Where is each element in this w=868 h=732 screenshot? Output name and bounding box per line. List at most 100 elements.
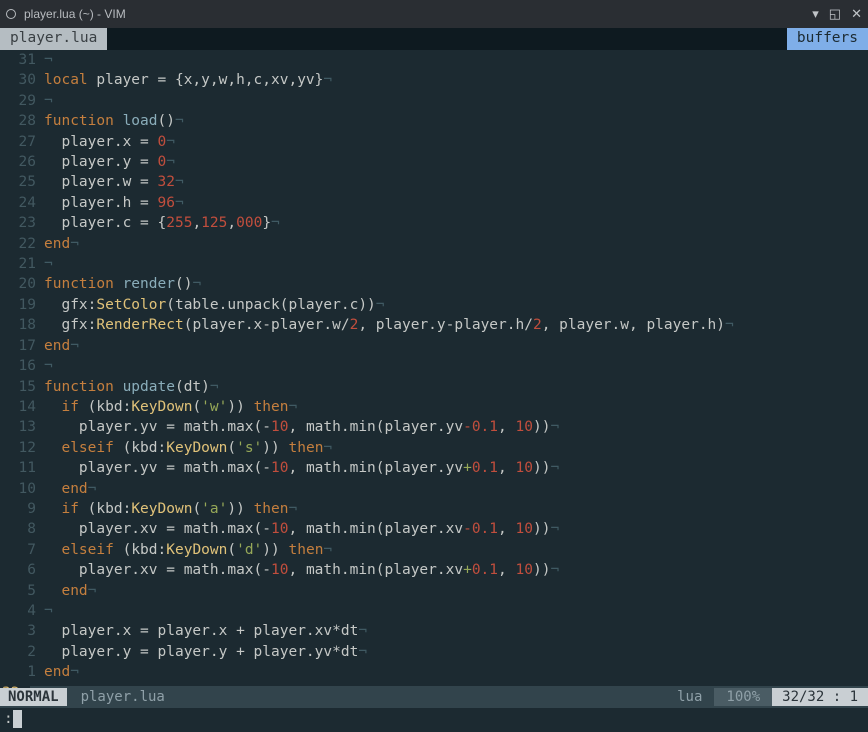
command-line[interactable]: :: [0, 708, 868, 732]
line-content[interactable]: player.yv = math.max(-10, math.min(playe…: [44, 417, 868, 437]
line-number: 25: [0, 172, 44, 192]
code-line[interactable]: 18 gfx:RenderRect(player.x-player.w/2, p…: [0, 315, 868, 335]
code-line[interactable]: 19 gfx:SetColor(table.unpack(player.c))¬: [0, 295, 868, 315]
code-line[interactable]: 15function update(dt)¬: [0, 377, 868, 397]
line-content[interactable]: if (kbd:KeyDown('a')) then¬: [44, 499, 868, 519]
status-filename: player.lua: [67, 689, 666, 705]
code-line[interactable]: 24 player.h = 96¬: [0, 193, 868, 213]
code-line[interactable]: 23 player.c = {255,125,000}¬: [0, 213, 868, 233]
line-content[interactable]: player.y = 0¬: [44, 152, 868, 172]
line-number: 4: [0, 601, 44, 621]
line-number: 9: [0, 499, 44, 519]
code-line[interactable]: 7 elseif (kbd:KeyDown('d')) then¬: [0, 540, 868, 560]
line-content[interactable]: player.x = player.x + player.xv*dt¬: [44, 621, 868, 641]
line-content[interactable]: player.y = player.y + player.yv*dt¬: [44, 642, 868, 662]
line-number: 6: [0, 560, 44, 580]
line-content[interactable]: end¬: [44, 234, 868, 254]
code-line[interactable]: 6 player.xv = math.max(-10, math.min(pla…: [0, 560, 868, 580]
line-number: 15: [0, 377, 44, 397]
tab-current[interactable]: player.lua: [0, 28, 108, 50]
line-number: 30: [0, 70, 44, 90]
line-content[interactable]: local player = {x,y,w,h,c,xv,yv}¬: [44, 70, 868, 90]
code-line[interactable]: 22end¬: [0, 234, 868, 254]
line-number: 14: [0, 397, 44, 417]
code-line[interactable]: 3 player.x = player.x + player.xv*dt¬: [0, 621, 868, 641]
line-content[interactable]: player.c = {255,125,000}¬: [44, 213, 868, 233]
code-line[interactable]: 2 player.y = player.y + player.yv*dt¬: [0, 642, 868, 662]
close-icon[interactable]: ✕: [851, 6, 862, 22]
line-number: 28: [0, 111, 44, 131]
line-content[interactable]: player.x = 0¬: [44, 132, 868, 152]
code-line[interactable]: 25 player.w = 32¬: [0, 172, 868, 192]
line-content[interactable]: ¬: [44, 254, 868, 274]
line-number: 27: [0, 132, 44, 152]
line-content[interactable]: player.yv = math.max(-10, math.min(playe…: [44, 458, 868, 478]
code-line[interactable]: 28function load()¬: [0, 111, 868, 131]
line-content[interactable]: player.xv = math.max(-10, math.min(playe…: [44, 519, 868, 539]
line-content[interactable]: ¬: [44, 91, 868, 111]
window-title: player.lua (~) - VIM: [24, 7, 812, 21]
line-content[interactable]: elseif (kbd:KeyDown('d')) then¬: [44, 540, 868, 560]
line-content[interactable]: gfx:SetColor(table.unpack(player.c))¬: [44, 295, 868, 315]
line-content[interactable]: gfx:RenderRect(player.x-player.w/2, play…: [44, 315, 868, 335]
line-content[interactable]: player.h = 96¬: [44, 193, 868, 213]
line-content[interactable]: player.w = 32¬: [44, 172, 868, 192]
code-line[interactable]: 30local player = {x,y,w,h,c,xv,yv}¬: [0, 70, 868, 90]
maximize-icon[interactable]: ◱: [829, 6, 841, 22]
code-line[interactable]: 20function render()¬: [0, 274, 868, 294]
code-line[interactable]: 26 player.y = 0¬: [0, 152, 868, 172]
line-number: 17: [0, 336, 44, 356]
line-number: 24: [0, 193, 44, 213]
line-number: 2: [0, 642, 44, 662]
line-content[interactable]: ¬: [44, 601, 868, 621]
line-number: 22: [0, 234, 44, 254]
code-line[interactable]: 17end¬: [0, 336, 868, 356]
line-content[interactable]: player.xv = math.max(-10, math.min(playe…: [44, 560, 868, 580]
line-number: 11: [0, 458, 44, 478]
code-line[interactable]: 1end¬: [0, 662, 868, 682]
line-number: 3: [0, 621, 44, 641]
line-content[interactable]: end¬: [44, 479, 868, 499]
status-line: NORMAL player.lua lua 100% 32/32 : 1: [0, 686, 868, 708]
code-line[interactable]: 21¬: [0, 254, 868, 274]
app-icon: [6, 9, 16, 19]
line-number: 1: [0, 662, 44, 682]
code-line[interactable]: 31¬: [0, 50, 868, 70]
code-line[interactable]: 8 player.xv = math.max(-10, math.min(pla…: [0, 519, 868, 539]
cmd-prompt: :: [4, 711, 13, 727]
editor-area[interactable]: 31¬30local player = {x,y,w,h,c,xv,yv}¬29…: [0, 50, 868, 686]
minimize-icon[interactable]: ▾: [812, 6, 819, 22]
code-line[interactable]: 10 end¬: [0, 479, 868, 499]
window-controls: ▾ ◱ ✕: [812, 6, 862, 22]
status-percent: 100%: [714, 688, 772, 706]
code-line[interactable]: 27 player.x = 0¬: [0, 132, 868, 152]
code-line[interactable]: 12 elseif (kbd:KeyDown('s')) then¬: [0, 438, 868, 458]
code-line[interactable]: 14 if (kbd:KeyDown('w')) then¬: [0, 397, 868, 417]
line-content[interactable]: end¬: [44, 662, 868, 682]
code-line[interactable]: 9 if (kbd:KeyDown('a')) then¬: [0, 499, 868, 519]
code-line[interactable]: 16¬: [0, 356, 868, 376]
code-line[interactable]: 13 player.yv = math.max(-10, math.min(pl…: [0, 417, 868, 437]
line-content[interactable]: function update(dt)¬: [44, 377, 868, 397]
line-number: 13: [0, 417, 44, 437]
line-content[interactable]: if (kbd:KeyDown('w')) then¬: [44, 397, 868, 417]
line-content[interactable]: ¬: [44, 356, 868, 376]
code-line[interactable]: 11 player.yv = math.max(-10, math.min(pl…: [0, 458, 868, 478]
line-number: 16: [0, 356, 44, 376]
line-number: 26: [0, 152, 44, 172]
line-content[interactable]: end¬: [44, 336, 868, 356]
status-mode: NORMAL: [0, 688, 67, 706]
code-line[interactable]: 29¬: [0, 91, 868, 111]
line-content[interactable]: elseif (kbd:KeyDown('s')) then¬: [44, 438, 868, 458]
line-content[interactable]: ¬: [44, 50, 868, 70]
line-content[interactable]: function render()¬: [44, 274, 868, 294]
line-number: 5: [0, 581, 44, 601]
line-number: 20: [0, 274, 44, 294]
tab-buffers[interactable]: buffers: [787, 28, 868, 50]
code-line[interactable]: 5 end¬: [0, 581, 868, 601]
line-content[interactable]: function load()¬: [44, 111, 868, 131]
line-content[interactable]: end¬: [44, 581, 868, 601]
code-line[interactable]: 4¬: [0, 601, 868, 621]
line-number: 7: [0, 540, 44, 560]
tabline: player.lua buffers: [0, 28, 868, 50]
